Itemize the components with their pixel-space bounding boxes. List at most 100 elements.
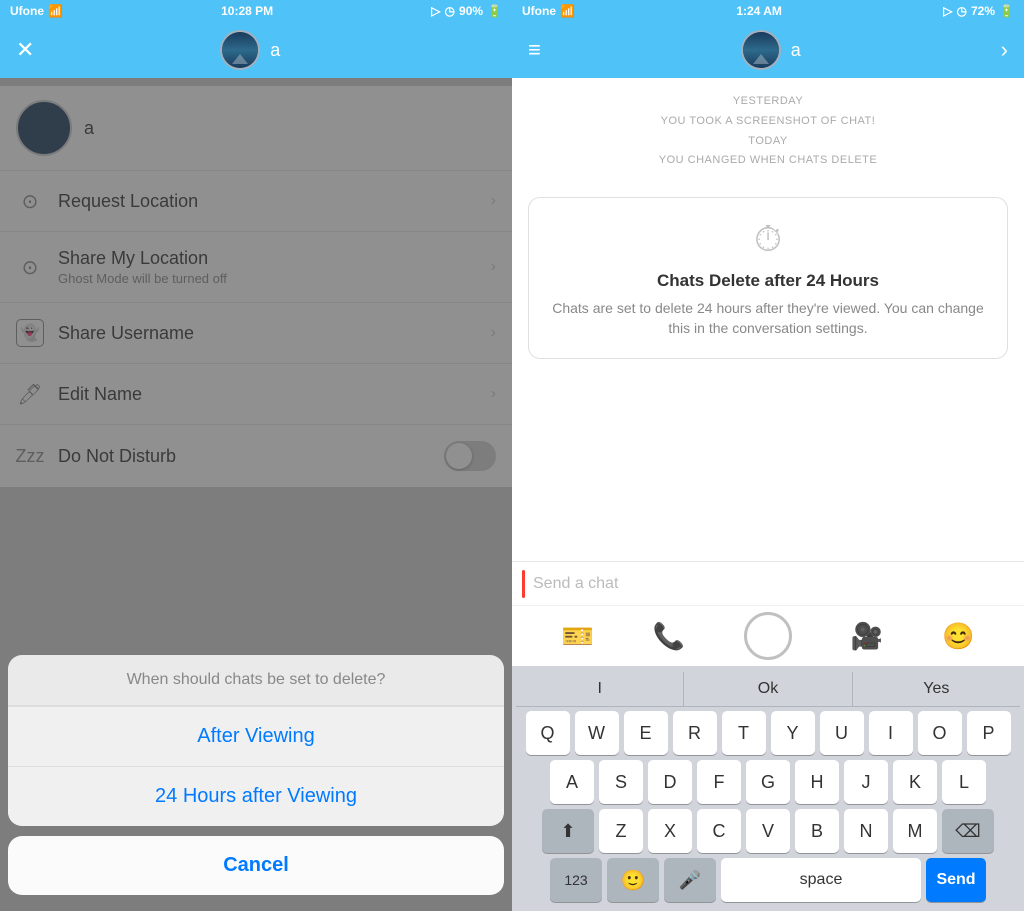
send-input-bar: Send a chat: [512, 561, 1024, 605]
key-b[interactable]: B: [795, 809, 839, 853]
action-sheet: When should chats be set to delete? Afte…: [0, 647, 512, 911]
sys-msg-changed: YOU CHANGED WHEN CHATS DELETE: [532, 151, 1004, 171]
numbers-key[interactable]: 123: [550, 858, 602, 902]
key-d[interactable]: D: [648, 760, 692, 804]
emoji-keyboard-key[interactable]: 🙂: [607, 858, 659, 902]
key-o[interactable]: O: [918, 711, 962, 755]
key-r[interactable]: R: [673, 711, 717, 755]
delete-key[interactable]: ⌫: [942, 809, 994, 853]
left-alarm-icon: ◷: [445, 4, 455, 18]
key-v[interactable]: V: [746, 809, 790, 853]
keyboard-suggestions: I Ok Yes: [516, 672, 1020, 707]
keyboard-row-1: Q W E R T Y U I O P: [516, 711, 1020, 755]
key-m[interactable]: M: [893, 809, 937, 853]
key-h[interactable]: H: [795, 760, 839, 804]
right-header-username: a: [791, 40, 801, 61]
suggestion-ok[interactable]: Ok: [684, 672, 852, 706]
left-wifi-icon: 📶: [48, 4, 63, 18]
clock-icon: ⏱: [545, 218, 991, 261]
suggestion-i[interactable]: I: [516, 672, 684, 706]
key-j[interactable]: J: [844, 760, 888, 804]
right-status-left: Ufone 📶: [522, 4, 575, 18]
right-chevron-icon[interactable]: ›: [1001, 37, 1008, 63]
right-battery-icon: 🔋: [999, 4, 1014, 18]
suggestion-yes[interactable]: Yes: [853, 672, 1020, 706]
key-n[interactable]: N: [844, 809, 888, 853]
send-key[interactable]: Send: [926, 858, 986, 902]
action-sheet-cancel-button[interactable]: Cancel: [8, 836, 504, 895]
action-sheet-title: When should chats be set to delete?: [8, 655, 504, 706]
capture-button[interactable]: [744, 612, 792, 660]
key-k[interactable]: K: [893, 760, 937, 804]
red-cursor-bar: [522, 570, 525, 598]
chat-spacer: [512, 371, 1024, 561]
left-content: a ⊙ Request Location › ⊙ Share My Locati…: [0, 78, 512, 911]
delete-notification-description: Chats are set to delete 24 hours after t…: [545, 299, 991, 338]
right-time: 1:24 AM: [736, 4, 782, 18]
right-status-right: ▷ ◷ 72% 🔋: [943, 4, 1014, 18]
key-e[interactable]: E: [624, 711, 668, 755]
key-z[interactable]: Z: [599, 809, 643, 853]
left-status-bar: Ufone 📶 10:28 PM ▷ ◷ 90% 🔋: [0, 0, 512, 22]
key-u[interactable]: U: [820, 711, 864, 755]
right-carrier: Ufone: [522, 4, 556, 18]
avatar-image: [222, 32, 258, 68]
action-sheet-after-viewing[interactable]: After Viewing: [8, 706, 504, 766]
left-panel: Ufone 📶 10:28 PM ▷ ◷ 90% 🔋 ✕ a a: [0, 0, 512, 911]
key-g[interactable]: G: [746, 760, 790, 804]
key-i[interactable]: I: [869, 711, 913, 755]
close-button[interactable]: ✕: [16, 37, 34, 63]
avatar-mountain-icon: [232, 54, 248, 64]
key-x[interactable]: X: [648, 809, 692, 853]
left-battery: 90%: [459, 4, 483, 18]
right-battery: 72%: [971, 4, 995, 18]
shift-key[interactable]: ⬆: [542, 809, 594, 853]
system-messages: YESTERDAY YOU TOOK A SCREENSHOT OF CHAT!…: [512, 78, 1024, 185]
avatar: [220, 30, 260, 70]
right-avatar-mountain-icon: [753, 54, 769, 64]
right-location-icon: ▷: [943, 4, 952, 18]
left-time: 10:28 PM: [221, 4, 273, 18]
video-icon[interactable]: 🎥: [851, 621, 883, 652]
action-sheet-24hours[interactable]: 24 Hours after Viewing: [8, 766, 504, 826]
space-key[interactable]: space: [721, 858, 921, 902]
key-c[interactable]: C: [697, 809, 741, 853]
emoji-icon[interactable]: 😊: [942, 621, 974, 652]
hamburger-menu-icon[interactable]: ≡: [528, 37, 541, 63]
key-l[interactable]: L: [942, 760, 986, 804]
header-center: a: [220, 30, 280, 70]
action-sheet-options-box: When should chats be set to delete? Afte…: [8, 655, 504, 826]
key-p[interactable]: P: [967, 711, 1011, 755]
left-location-icon: ▷: [431, 4, 440, 18]
key-f[interactable]: F: [697, 760, 741, 804]
delete-notification-title: Chats Delete after 24 Hours: [545, 271, 991, 291]
key-q[interactable]: Q: [526, 711, 570, 755]
left-status-right: ▷ ◷ 90% 🔋: [431, 4, 502, 18]
chat-actions-bar: 🎫 📞 🎥 😊: [512, 605, 1024, 666]
chat-area: YESTERDAY YOU TOOK A SCREENSHOT OF CHAT!…: [512, 78, 1024, 666]
key-t[interactable]: T: [722, 711, 766, 755]
microphone-key[interactable]: 🎤: [664, 858, 716, 902]
right-status-bar: Ufone 📶 1:24 AM ▷ ◷ 72% 🔋: [512, 0, 1024, 22]
keyboard-row-2: A S D F G H J K L: [516, 760, 1020, 804]
sys-msg-yesterday: YESTERDAY: [532, 92, 1004, 112]
send-placeholder-text: Send a chat: [533, 575, 618, 593]
header-username: a: [270, 40, 280, 61]
phone-icon[interactable]: 📞: [653, 621, 685, 652]
left-carrier: Ufone: [10, 4, 44, 18]
sys-msg-today: TODAY: [532, 132, 1004, 152]
key-a[interactable]: A: [550, 760, 594, 804]
sticker-icon[interactable]: 🎫: [561, 621, 593, 652]
right-header-center: a: [741, 30, 801, 70]
key-y[interactable]: Y: [771, 711, 815, 755]
left-battery-icon: 🔋: [487, 4, 502, 18]
left-header: ✕ a: [0, 22, 512, 78]
key-s[interactable]: S: [599, 760, 643, 804]
right-avatar: [741, 30, 781, 70]
right-header: ≡ a ›: [512, 22, 1024, 78]
left-status-left: Ufone 📶: [10, 4, 63, 18]
right-wifi-icon: 📶: [560, 4, 575, 18]
key-w[interactable]: W: [575, 711, 619, 755]
right-panel: Ufone 📶 1:24 AM ▷ ◷ 72% 🔋 ≡ a › YESTERDA…: [512, 0, 1024, 911]
keyboard-row-4: 123 🙂 🎤 space Send: [516, 858, 1020, 902]
